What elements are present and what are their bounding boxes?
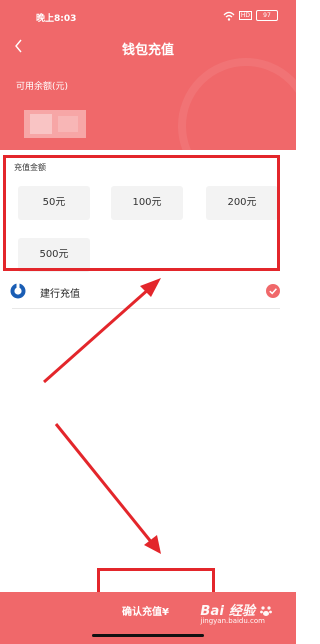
home-indicator: [92, 634, 204, 637]
balance-value-masked: [24, 110, 86, 138]
divider: [12, 308, 280, 309]
bank-name: 建行充值: [40, 289, 80, 300]
status-icons: HD 97: [223, 10, 278, 21]
ccb-bank-logo-icon: [10, 283, 26, 299]
wifi-icon: [223, 11, 235, 21]
mosaic-block: [30, 114, 52, 134]
status-bar: 晚上8:03 HD 97: [0, 8, 296, 26]
status-time: 晚上8:03: [36, 14, 77, 24]
watermark-url: jingyan.baidu.com: [200, 617, 265, 625]
battery-icon: 97: [256, 10, 278, 21]
baidu-paw-icon: [260, 606, 272, 616]
navbar: 钱包充值: [0, 36, 296, 58]
amount-highlight-box: [3, 155, 280, 271]
page-title: 钱包充值: [121, 43, 174, 58]
hd-badge: HD: [238, 11, 252, 20]
watermark: Bai 经验 jingyan.baidu.com: [200, 600, 272, 625]
balance-label: 可用余额(元): [16, 82, 69, 92]
mosaic-block: [58, 116, 78, 132]
selected-check-icon[interactable]: [266, 284, 280, 298]
payment-method-row[interactable]: 建行充值: [10, 281, 286, 303]
